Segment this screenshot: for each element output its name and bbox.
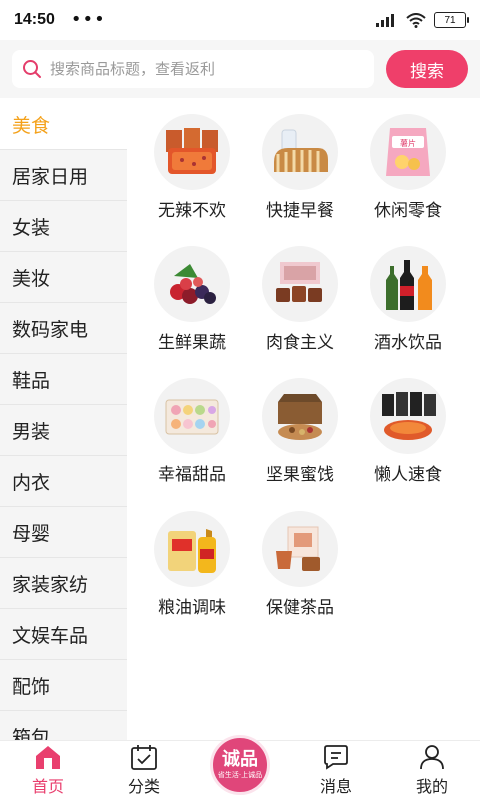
sidebar-item-mens-clothing[interactable]: 男装: [0, 405, 127, 456]
spicy-snack-icon: [154, 114, 230, 190]
meat-box-icon: [262, 246, 338, 322]
nav-home[interactable]: 首页: [0, 741, 96, 800]
category-fresh[interactable]: 生鲜果蔬: [140, 246, 244, 353]
sidebar-item-accessories[interactable]: 配饰: [0, 660, 127, 711]
macaron-icon: [154, 378, 230, 454]
status-bar: 14:50 ••• 71: [0, 0, 480, 40]
category-instant[interactable]: 懒人速食: [356, 378, 460, 485]
category-label: 粮油调味: [158, 598, 226, 618]
nav-messages-label: 消息: [319, 777, 352, 796]
battery-icon: 71: [434, 12, 469, 28]
sidebar-item-shoes[interactable]: 鞋品: [0, 354, 127, 405]
search-icon: [23, 60, 41, 78]
category-label: 幸福甜品: [158, 465, 226, 485]
category-desserts[interactable]: 幸福甜品: [140, 378, 244, 485]
search-button[interactable]: 搜索: [386, 50, 468, 88]
sidebar-item-home-textile[interactable]: 家装家纺: [0, 558, 127, 609]
home-icon: [36, 746, 60, 769]
sidebar-item-baby[interactable]: 母婴: [0, 507, 127, 558]
nav-category-label: 分类: [127, 777, 160, 796]
nav-mine[interactable]: 我的: [384, 741, 480, 800]
category-label: 酒水饮品: [374, 333, 442, 353]
nav-center-brand[interactable]: 诚品 省生活·上诚品: [192, 734, 288, 800]
sidebar-item-bags[interactable]: 箱包: [0, 711, 127, 741]
category-snacks[interactable]: 薯片 休闲零食: [356, 114, 460, 221]
status-dots: •••: [70, 9, 106, 30]
status-icons: 71: [376, 12, 469, 28]
nav-mine-label: 我的: [415, 777, 448, 796]
sidebar-item-womens-clothing[interactable]: 女装: [0, 201, 127, 252]
sidebar-item-underwear[interactable]: 内衣: [0, 456, 127, 507]
category-label: 保健茶品: [266, 598, 334, 618]
tea-icon: [262, 511, 338, 587]
sidebar-item-household[interactable]: 居家日用: [0, 150, 127, 201]
category-grain-oil[interactable]: 粮油调味: [140, 511, 244, 618]
category-drinks[interactable]: 酒水饮品: [356, 246, 460, 353]
chat-bubble-icon: [324, 745, 348, 770]
search-input[interactable]: [50, 60, 350, 78]
user-icon: [420, 745, 444, 770]
category-label: 休闲零食: [374, 201, 442, 221]
brand-badge-text: 诚品: [222, 748, 258, 770]
category-label: 无辣不欢: [158, 201, 226, 221]
rice-oil-icon: [154, 511, 230, 587]
category-meat[interactable]: 肉食主义: [248, 246, 352, 353]
category-label: 懒人速食: [374, 465, 442, 485]
bottles-icon: [370, 246, 446, 322]
category-nuts[interactable]: 坚果蜜饯: [248, 378, 352, 485]
nuts-box-icon: [262, 378, 338, 454]
sidebar-item-food[interactable]: 美食: [0, 99, 127, 150]
brand-badge-subtext: 省生活·上诚品: [217, 770, 263, 779]
category-label: 生鲜果蔬: [158, 333, 226, 353]
signal-icon: [376, 14, 394, 27]
battery-level: 71: [444, 14, 456, 26]
category-label: 坚果蜜饯: [266, 465, 334, 485]
status-time: 14:50: [14, 11, 55, 28]
calendar-icon: [131, 745, 157, 770]
bread-icon: [262, 114, 338, 190]
search-box[interactable]: [12, 50, 374, 88]
brand-badge-icon: 诚品 省生活·上诚品: [210, 734, 270, 795]
svg-text:薯片: 薯片: [400, 138, 416, 148]
category-health-tea[interactable]: 保健茶品: [248, 511, 352, 618]
category-sidebar: 美食 居家日用 女装 美妆 数码家电 鞋品 男装 内衣 母婴 家装家纺 文娱车品…: [0, 99, 127, 740]
sidebar-item-digital[interactable]: 数码家电: [0, 303, 127, 354]
category-spicy[interactable]: 无辣不欢: [140, 114, 244, 221]
instant-food-icon: [370, 378, 446, 454]
search-bar: 搜索: [0, 40, 480, 98]
category-label: 肉食主义: [266, 333, 334, 353]
sidebar-item-entertainment-car[interactable]: 文娱车品: [0, 609, 127, 660]
nav-category[interactable]: 分类: [96, 741, 192, 800]
category-label: 快捷早餐: [266, 201, 334, 221]
nav-messages[interactable]: 消息: [288, 741, 384, 800]
berries-icon: [154, 246, 230, 322]
bottom-nav: 首页 分类 诚品 省生活·上诚品 消息 我的: [0, 734, 480, 800]
wifi-icon: [406, 12, 426, 28]
nav-home-label: 首页: [31, 777, 64, 796]
chips-bag-icon: 薯片: [370, 114, 446, 190]
sidebar-item-beauty[interactable]: 美妆: [0, 252, 127, 303]
category-breakfast[interactable]: 快捷早餐: [248, 114, 352, 221]
